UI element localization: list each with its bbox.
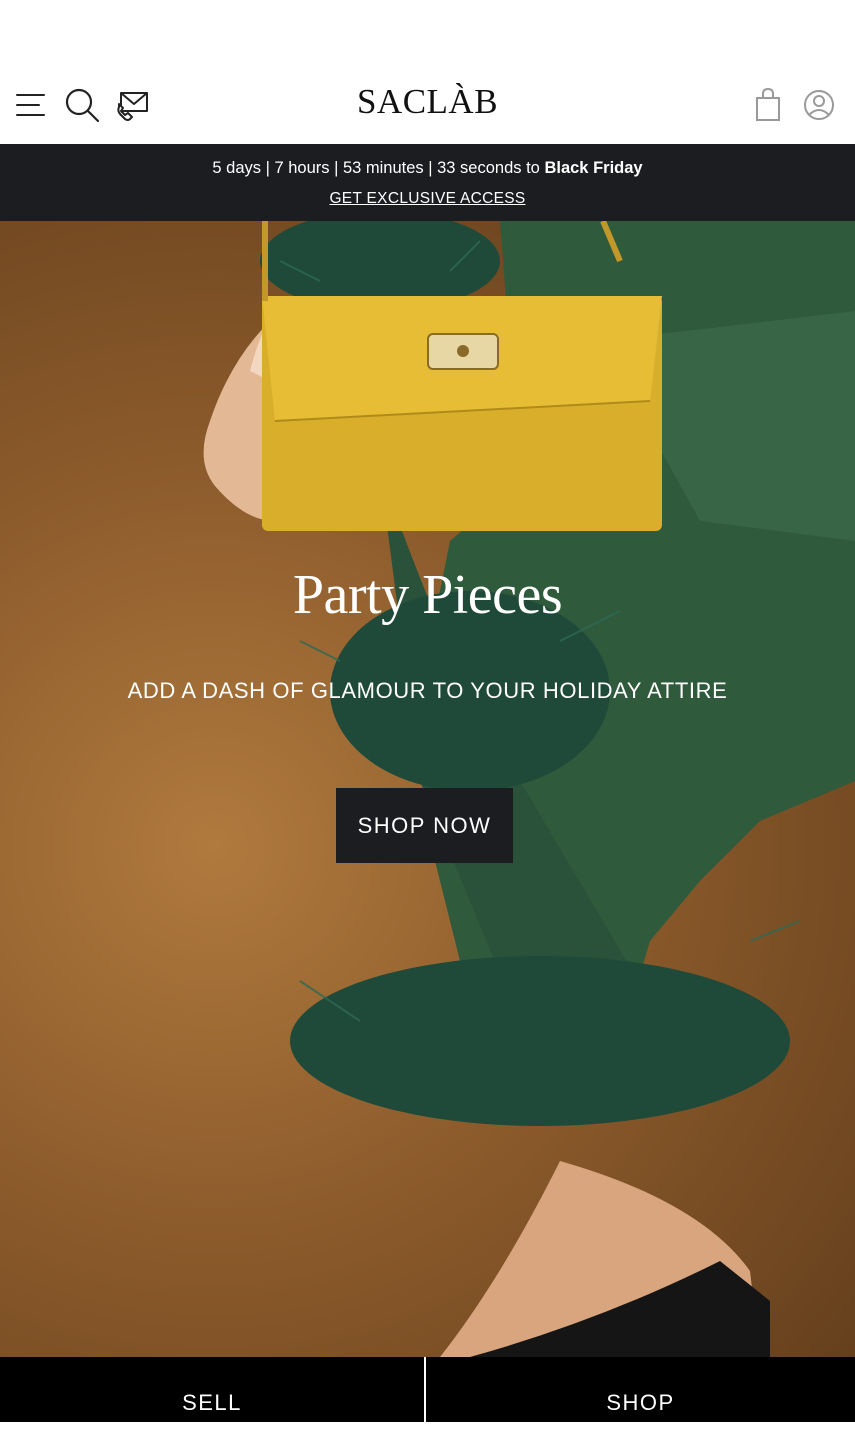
- hero-banner[interactable]: Party Pieces ADD A DASH OF GLAMOUR TO YO…: [0, 221, 855, 1357]
- site-header: SACLÀB: [0, 0, 855, 144]
- search-icon[interactable]: [62, 85, 102, 125]
- phone-mail-icon[interactable]: [113, 85, 153, 125]
- shop-now-button[interactable]: SHOP NOW: [336, 788, 513, 863]
- countdown-event: Black Friday: [544, 159, 643, 177]
- countdown-time: 5 days | 7 hours | 53 minutes | 33 secon…: [212, 159, 540, 177]
- hero-title: Party Pieces: [292, 564, 563, 626]
- exclusive-access-link[interactable]: GET EXCLUSIVE ACCESS: [329, 190, 525, 207]
- shop-tab[interactable]: SHOP: [426, 1357, 855, 1422]
- logo-link[interactable]: SACLÀB: [357, 82, 498, 121]
- shopping-bag-icon[interactable]: [748, 85, 788, 125]
- sell-tab[interactable]: SELL: [0, 1357, 424, 1422]
- promo-banner: 5 days | 7 hours | 53 minutes | 33 secon…: [0, 144, 855, 221]
- exclusive-access-row: GET EXCLUSIVE ACCESS: [0, 190, 855, 208]
- menu-icon[interactable]: [12, 85, 52, 125]
- bottom-nav: SELL SHOP: [0, 1357, 855, 1422]
- countdown-text: 5 days | 7 hours | 53 minutes | 33 secon…: [0, 159, 855, 178]
- hero-subtitle: ADD A DASH OF GLAMOUR TO YOUR HOLIDAY AT…: [127, 678, 728, 703]
- account-icon[interactable]: [799, 85, 839, 125]
